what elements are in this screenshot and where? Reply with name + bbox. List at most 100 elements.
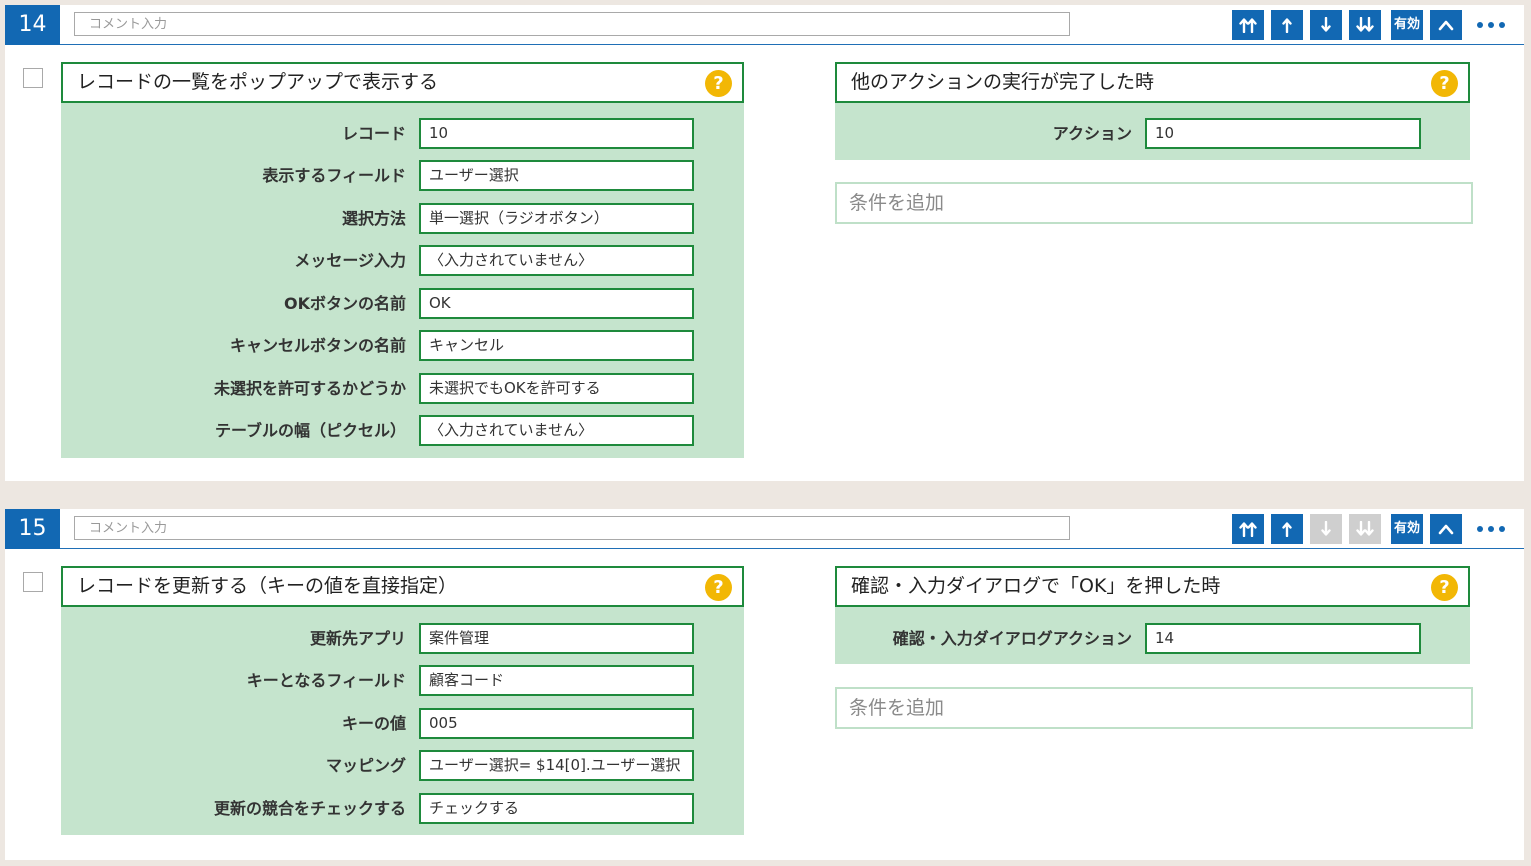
enabled-toggle-button[interactable]: 有効 (1391, 10, 1423, 40)
help-icon[interactable]: ? (705, 70, 732, 97)
field-row: キーとなるフィールド (61, 665, 406, 696)
field-row: 表示するフィールド (61, 160, 406, 191)
more-dots-icon (1475, 22, 1508, 28)
field-label: 確認・入力ダイアログアクション (892, 629, 1132, 648)
field-value[interactable]: 顧客コード (419, 665, 694, 696)
field-row: マッピング (61, 750, 406, 781)
field-value[interactable]: 〈入力されていません〉 (419, 245, 694, 276)
down-arrow-icon (1321, 521, 1331, 536)
field-row: メッセージ入力 (61, 245, 406, 276)
field-row: OKボタンの名前 (61, 288, 406, 319)
select-checkbox[interactable] (23, 572, 43, 592)
field-label: メッセージ入力 (294, 251, 406, 270)
field-row: 確認・入力ダイアログアクション (835, 623, 1132, 654)
block-number: 14 (5, 5, 60, 45)
field-value[interactable]: 10 (419, 118, 694, 149)
field-label: キーとなるフィールド (246, 671, 406, 690)
help-icon[interactable]: ? (1431, 574, 1458, 601)
field-value[interactable]: 005 (419, 708, 694, 739)
more-options-button[interactable] (1471, 514, 1511, 544)
field-value[interactable]: 単一選択（ラジオボタン） (419, 203, 694, 234)
move-up-button[interactable] (1271, 514, 1303, 544)
field-row: キーの値 (61, 708, 406, 739)
chevron-up-icon (1438, 524, 1454, 535)
field-label: テーブルの幅（ピクセル） (214, 421, 406, 440)
move-top-button[interactable] (1232, 514, 1264, 544)
comment-input[interactable] (74, 12, 1070, 36)
collapse-button[interactable] (1430, 514, 1462, 544)
action-panel: レコードを更新する（キーの値を直接指定） ? 更新先アプリ 案件管理 キーとなる… (61, 566, 744, 835)
field-label: 表示するフィールド (262, 166, 406, 185)
down-arrow-icon (1321, 17, 1331, 32)
add-condition-button[interactable]: 条件を追加 (835, 182, 1473, 224)
more-options-button[interactable] (1471, 10, 1511, 40)
action-panel: レコードの一覧をポップアップで表示する ? レコード 10 表示するフィールド … (61, 62, 744, 458)
trigger-title: 確認・入力ダイアログで「OK」を押した時 (851, 575, 1221, 597)
trigger-title-bar: 確認・入力ダイアログで「OK」を押した時 ? (835, 566, 1470, 607)
field-value[interactable]: 未選択でもOKを許可する (419, 373, 694, 404)
collapse-button[interactable] (1430, 10, 1462, 40)
move-down-button[interactable] (1310, 514, 1342, 544)
action-title-bar: レコードの一覧をポップアップで表示する ? (61, 62, 744, 103)
enabled-label: 有効 (1393, 17, 1420, 32)
move-down-button[interactable] (1310, 10, 1342, 40)
field-value[interactable]: キャンセル (419, 330, 694, 361)
field-row: アクション (835, 118, 1132, 149)
move-bottom-button[interactable] (1349, 514, 1381, 544)
block-number: 15 (5, 509, 60, 549)
move-top-button[interactable] (1232, 10, 1264, 40)
field-label: マッピング (325, 756, 406, 775)
field-value[interactable]: 10 (1145, 118, 1421, 149)
up-arrow-icon (1282, 522, 1292, 537)
double-up-arrow-icon (1239, 522, 1257, 537)
add-condition-button[interactable]: 条件を追加 (835, 687, 1473, 729)
field-row: 更新先アプリ (61, 623, 406, 654)
field-label: OKボタンの名前 (283, 294, 406, 313)
trigger-fields: アクション 10 (835, 103, 1470, 160)
field-value[interactable]: OK (419, 288, 694, 319)
field-label: キーの値 (341, 714, 406, 733)
field-row: 選択方法 (61, 203, 406, 234)
field-value[interactable]: 〈入力されていません〉 (419, 415, 694, 446)
trigger-panel: 他のアクションの実行が完了した時 ? アクション 10 (835, 62, 1470, 160)
double-down-arrow-icon (1356, 17, 1374, 32)
action-title: レコードの一覧をポップアップで表示する (77, 71, 439, 93)
select-checkbox[interactable] (23, 68, 43, 88)
move-up-button[interactable] (1271, 10, 1303, 40)
double-down-arrow-icon (1356, 521, 1374, 536)
field-row: 未選択を許可するかどうか (61, 373, 406, 404)
field-row: レコード (61, 118, 406, 149)
field-label: 更新先アプリ (309, 629, 406, 648)
action-block: 15 有効 レコードを更新する（キーの値を直接指定） ? (5, 509, 1524, 860)
help-icon[interactable]: ? (1431, 70, 1458, 97)
field-value[interactable]: ユーザー選択= $14[0].ユーザー選択 (419, 750, 694, 781)
trigger-fields: 確認・入力ダイアログアクション 14 (835, 607, 1470, 664)
field-row: キャンセルボタンの名前 (61, 330, 406, 361)
field-label: レコード (341, 124, 406, 143)
field-value[interactable]: 14 (1145, 623, 1421, 654)
move-bottom-button[interactable] (1349, 10, 1381, 40)
field-value[interactable]: チェックする (419, 793, 694, 824)
action-title-bar: レコードを更新する（キーの値を直接指定） ? (61, 566, 744, 607)
help-icon[interactable]: ? (705, 574, 732, 601)
field-label: 未選択を許可するかどうか (213, 379, 406, 398)
enabled-toggle-button[interactable]: 有効 (1391, 514, 1423, 544)
field-row: 更新の競合をチェックする (61, 793, 406, 824)
block-header: 14 有効 (5, 5, 1524, 45)
trigger-title: 他のアクションの実行が完了した時 (851, 71, 1155, 93)
action-block: 14 有効 レコードの一覧をポップアップで表示する ? (5, 5, 1524, 481)
more-dots-icon (1475, 526, 1508, 532)
field-value[interactable]: ユーザー選択 (419, 160, 694, 191)
field-label: キャンセルボタンの名前 (229, 336, 406, 355)
field-label: 選択方法 (341, 209, 406, 228)
field-row: テーブルの幅（ピクセル） (61, 415, 406, 446)
field-value[interactable]: 案件管理 (419, 623, 694, 654)
comment-input[interactable] (74, 516, 1070, 540)
trigger-title-bar: 他のアクションの実行が完了した時 ? (835, 62, 1470, 103)
field-label: 更新の競合をチェックする (213, 799, 406, 818)
chevron-up-icon (1438, 20, 1454, 31)
double-up-arrow-icon (1239, 18, 1257, 33)
action-title: レコードを更新する（キーの値を直接指定） (77, 575, 458, 597)
action-fields: 更新先アプリ 案件管理 キーとなるフィールド 顧客コード キーの値 005 マッ… (61, 607, 744, 835)
block-header: 15 有効 (5, 509, 1524, 549)
